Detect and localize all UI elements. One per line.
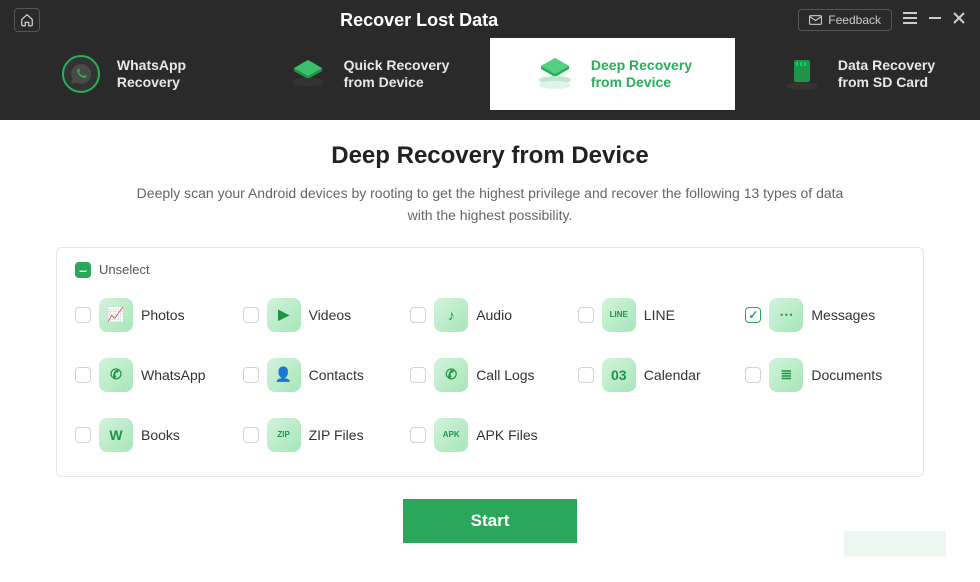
datatype-label: Documents bbox=[811, 367, 882, 383]
datatype-item-call-logs: ✆ Call Logs bbox=[410, 358, 570, 392]
datatype-label: Videos bbox=[309, 307, 352, 323]
unselect-label: Unselect bbox=[99, 262, 150, 277]
tab-bar: WhatsAppRecovery Quick Recoveryfrom Devic… bbox=[0, 38, 980, 110]
minimize-icon bbox=[928, 11, 942, 25]
feedback-button[interactable]: Feedback bbox=[798, 9, 892, 31]
datatype-label: Contacts bbox=[309, 367, 364, 383]
home-button[interactable] bbox=[14, 8, 40, 32]
unselect-all[interactable]: – Unselect bbox=[75, 262, 905, 278]
checkbox[interactable] bbox=[410, 307, 426, 323]
books-icon: W bbox=[99, 418, 133, 452]
checkbox[interactable] bbox=[243, 367, 259, 383]
tab-data-recovery[interactable]: Data Recoveryfrom SD Card bbox=[735, 38, 980, 110]
tab-label: Deep Recoveryfrom Device bbox=[591, 57, 692, 92]
datatype-label: ZIP Files bbox=[309, 427, 364, 443]
tab-whatsapp[interactable]: WhatsAppRecovery bbox=[0, 38, 245, 110]
checkbox[interactable] bbox=[75, 427, 91, 443]
deep-recovery-icon bbox=[533, 52, 577, 96]
datatype-item-documents: ≣ Documents bbox=[745, 358, 905, 392]
quick-recovery-icon bbox=[286, 52, 330, 96]
datatype-label: Calendar bbox=[644, 367, 701, 383]
minimize-button[interactable] bbox=[928, 11, 942, 30]
audio-icon: ♪ bbox=[434, 298, 468, 332]
main-content: Deep Recovery from Device Deeply scan yo… bbox=[0, 120, 980, 543]
checkbox[interactable] bbox=[410, 367, 426, 383]
datatype-item-audio: ♪ Audio bbox=[410, 298, 570, 332]
datatype-label: Call Logs bbox=[476, 367, 534, 383]
menu-button[interactable] bbox=[902, 11, 918, 30]
videos-icon: ▶ bbox=[267, 298, 301, 332]
mail-icon bbox=[809, 15, 822, 25]
start-button[interactable]: Start bbox=[403, 499, 577, 543]
datatype-label: Messages bbox=[811, 307, 875, 323]
checkbox[interactable] bbox=[578, 307, 594, 323]
close-button[interactable] bbox=[952, 11, 966, 30]
app-title: Recover Lost Data bbox=[40, 10, 798, 31]
tab-label: Data Recoveryfrom SD Card bbox=[838, 57, 935, 92]
photos-icon: 📈 bbox=[99, 298, 133, 332]
page-title: Deep Recovery from Device bbox=[56, 142, 924, 170]
menu-icon bbox=[902, 11, 918, 25]
contacts-icon: 👤 bbox=[267, 358, 301, 392]
datatype-item-contacts: 👤 Contacts bbox=[243, 358, 403, 392]
apkfiles-icon: APK bbox=[434, 418, 468, 452]
checkbox[interactable] bbox=[745, 307, 761, 323]
datatype-item-videos: ▶ Videos bbox=[243, 298, 403, 332]
tab-quick-recovery[interactable]: Quick Recoveryfrom Device bbox=[245, 38, 490, 110]
page-subtitle: Deeply scan your Android devices by root… bbox=[130, 182, 850, 227]
calendar-icon: 03 bbox=[602, 358, 636, 392]
checkbox[interactable] bbox=[75, 367, 91, 383]
app-header: Recover Lost Data Feedback WhatsAppRecov… bbox=[0, 0, 980, 120]
messages-icon: ⋯ bbox=[769, 298, 803, 332]
close-icon bbox=[952, 11, 966, 25]
datatype-item-messages: ⋯ Messages bbox=[745, 298, 905, 332]
datatype-label: APK Files bbox=[476, 427, 537, 443]
datatype-panel: – Unselect 📈 Photos ▶ Videos ♪ Audio LINE LINE ⋯… bbox=[56, 247, 924, 477]
datatype-label: Photos bbox=[141, 307, 185, 323]
datatype-grid: 📈 Photos ▶ Videos ♪ Audio LINE LINE ⋯ Messages ✆ Wh… bbox=[75, 290, 905, 466]
documents-icon: ≣ bbox=[769, 358, 803, 392]
home-icon bbox=[20, 13, 34, 27]
datatype-item-photos: 📈 Photos bbox=[75, 298, 235, 332]
datatype-label: Audio bbox=[476, 307, 512, 323]
datatype-item-line: LINE LINE bbox=[578, 298, 738, 332]
datatype-item-zip-files: ZIP ZIP Files bbox=[243, 418, 403, 452]
checkbox[interactable] bbox=[243, 307, 259, 323]
line-icon: LINE bbox=[602, 298, 636, 332]
checkbox[interactable] bbox=[410, 427, 426, 443]
datatype-label: Books bbox=[141, 427, 180, 443]
datatype-label: LINE bbox=[644, 307, 675, 323]
feedback-label: Feedback bbox=[828, 13, 881, 27]
whatsapp-icon: ✆ bbox=[99, 358, 133, 392]
datatype-item-books: W Books bbox=[75, 418, 235, 452]
checkbox[interactable] bbox=[75, 307, 91, 323]
tab-label: WhatsAppRecovery bbox=[117, 57, 186, 92]
titlebar: Recover Lost Data Feedback bbox=[0, 0, 980, 38]
datatype-item-apk-files: APK APK Files bbox=[410, 418, 570, 452]
zipfiles-icon: ZIP bbox=[267, 418, 301, 452]
whatsapp-recovery-icon bbox=[59, 52, 103, 96]
calllogs-icon: ✆ bbox=[434, 358, 468, 392]
datatype-label: WhatsApp bbox=[141, 367, 206, 383]
unselect-checkbox-icon: – bbox=[75, 262, 91, 278]
tab-deep-recovery[interactable]: Deep Recoveryfrom Device bbox=[490, 38, 735, 110]
sd-card-icon bbox=[780, 52, 824, 96]
checkbox[interactable] bbox=[243, 427, 259, 443]
tab-label: Quick Recoveryfrom Device bbox=[344, 57, 450, 92]
checkbox[interactable] bbox=[745, 367, 761, 383]
datatype-item-calendar: 03 Calendar bbox=[578, 358, 738, 392]
checkbox[interactable] bbox=[578, 367, 594, 383]
datatype-item-whatsapp: ✆ WhatsApp bbox=[75, 358, 235, 392]
